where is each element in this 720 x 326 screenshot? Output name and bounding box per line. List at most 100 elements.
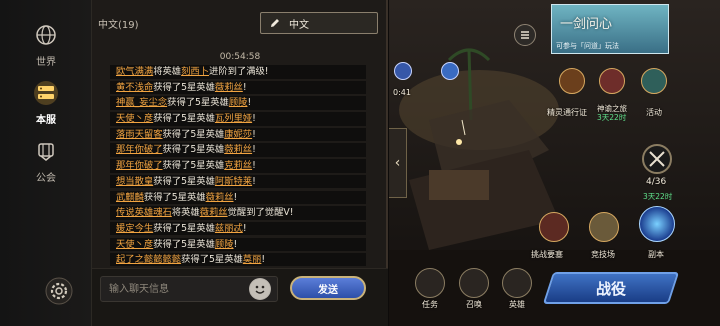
hero-name-link[interactable]: 兹丽忒 [215,223,243,234]
message-text: 觉醒到了觉醒Ⅴ! [227,207,294,219]
banner-subtitle: 可参与「问道」玩法 [556,42,619,50]
player-name-link[interactable]: 天使丶彦 [116,113,153,124]
hero-name-link[interactable]: 莫丽 [243,254,262,265]
hero-name-link[interactable]: 阿斯特莱 [215,176,252,187]
map-marker-icon[interactable] [441,62,459,80]
chat-message: 那年你破了获得了5星英雄薇莉丝! [110,143,366,157]
hero-name-link[interactable]: 康妮莎 [224,129,252,140]
chat-input-bar: 发送 [92,268,388,326]
player-name-link[interactable]: 那年你破了 [116,160,163,171]
battle-label: 战役 [595,279,626,298]
activity-icon[interactable] [641,68,667,94]
pass-icon[interactable] [559,68,585,94]
channel-rail: 世界 本服 公会 [0,0,92,326]
settings-gear-icon[interactable] [44,276,74,306]
hero-name-link[interactable]: 刻西卜 [181,66,209,77]
player-name-link[interactable]: 欧气满满 [116,66,153,77]
message-text: ! [242,81,247,93]
player-name-link[interactable]: 媛定今生 [116,223,153,234]
chat-message: 媛定今生获得了5星英雄兹丽忒! [110,221,366,236]
hero-name-link[interactable]: 薇莉丝 [224,144,252,155]
player-name-link[interactable]: 那年你破了 [116,144,163,155]
hero-name-link[interactable]: 薇莉丝 [206,192,234,203]
summon-label: 召唤 [466,300,482,309]
hero-name-link[interactable]: 顾陵 [215,239,234,250]
server-icon [29,76,63,110]
message-text: ! [252,144,256,156]
message-text: 获得了5星英雄 [153,175,215,187]
rail-item-world[interactable]: 世界 [0,18,92,78]
fortress-icon[interactable] [539,212,569,242]
message-text: 获得了5星英雄 [153,238,215,250]
language-select[interactable]: 中文 [260,12,378,34]
task-icon[interactable] [415,268,445,298]
hero-name-link[interactable]: 薇莉丝 [200,207,228,218]
chat-message: 想当散皇获得了5星英雄阿斯特莱! [110,174,366,189]
trophy-icon[interactable] [599,68,625,94]
chat-message: 起了之懿懿懿懿获得了5星英雄莫丽! [110,253,366,266]
player-name-link[interactable]: 传说英雄魂石 [116,207,172,218]
chat-message: 天使丶彦获得了5星英雄瓦列里娅! [110,112,366,126]
hero-name-link[interactable]: 顾陵 [229,97,248,108]
message-text: 将英雄 [171,207,200,219]
player-name-link[interactable]: 起了之懿懿懿懿 [116,254,181,265]
hero-name-link[interactable]: 薇莉丝 [215,82,243,93]
crossed-swords-icon[interactable] [642,144,672,174]
chat-message: 神赢_妄尘念获得了5星英雄顾陵! [110,96,366,110]
emoji-icon[interactable] [249,278,271,300]
arena-icon[interactable] [589,212,619,242]
message-text: 获得了5星英雄 [143,191,206,203]
message-text: ! [252,160,256,172]
battle-button[interactable]: 战役 [542,272,680,304]
chat-message: 欧气满满将英雄刻西卜进阶到了满级! [110,65,366,79]
message-text: ! [252,113,256,125]
dungeon-label: 副本 [648,250,664,259]
player-name-link[interactable]: 天使丶彦 [116,239,153,250]
message-text: 获得了5星英雄 [181,254,243,266]
pencil-icon [269,14,281,33]
player-name-link[interactable]: 武麒麟 [116,192,144,203]
counter-value: 4/36 [646,177,667,187]
summon-icon[interactable] [459,268,489,298]
map-marker-icon[interactable] [394,62,412,80]
message-text: ! [233,191,238,203]
message-list[interactable]: 欧气满满将英雄刻西卜进阶到了满级! 黄不浅命获得了5星英雄薇莉丝! 神赢_妄尘念获得… [110,65,366,266]
player-name-link[interactable]: 落雨天留客 [116,129,163,140]
hero-label: 英雄 [509,300,525,309]
message-text: ! [252,175,256,187]
chat-timestamp: 00:54:58 [219,52,261,62]
arena-label: 竞技场 [591,250,615,259]
message-text: ! [247,97,252,109]
god-road-timer: 3天22时 [597,113,627,122]
chevron-left-icon[interactable]: ‹ [389,128,407,198]
rail-item-label: 公会 [36,173,56,184]
message-text: 获得了5星英雄 [153,113,215,125]
chat-message: 落雨天留客获得了5星英雄康妮莎! [110,127,366,142]
rail-item-guild[interactable]: 公会 [0,134,92,194]
chat-header: 中文(19) 中文 [92,0,388,44]
message-text: 获得了5星英雄 [167,97,229,109]
timer-left: 0:41 [393,88,411,97]
player-name-link[interactable]: 想当散皇 [116,176,153,187]
chat-message: 武麒麟获得了5星英雄薇莉丝! [110,190,366,204]
challenge-label: 挑战要塞 [531,250,563,259]
message-text: 获得了5星英雄 [153,222,215,234]
menu-icon[interactable] [514,24,536,46]
message-text: ! [242,222,247,234]
hero-name-link[interactable]: 克莉丝 [224,160,252,171]
player-name-link[interactable]: 神赢_妄尘念 [116,97,167,108]
rail-item-server[interactable]: 本服 [0,76,92,136]
pass-label: 精灵通行证 [547,108,587,117]
message-text: 获得了5星英雄 [153,81,215,93]
hero-name-link[interactable]: 瓦列里娅 [215,113,252,124]
chat-message: 传说英雄魂石将英雄薇莉丝觉醒到了觉醒Ⅴ! [110,206,366,220]
message-text: ! [252,128,256,140]
message-text: 获得了5星英雄 [162,128,225,140]
send-button[interactable]: 发送 [290,276,366,300]
event-banner[interactable]: 一剑问心 可参与「问道」玩法 [551,4,669,54]
chat-message: 天使丶彦获得了5星英雄顾陵! [110,237,366,252]
dungeon-portal-icon[interactable] [639,206,675,242]
message-text: 将英雄 [153,66,182,77]
hero-icon[interactable] [502,268,532,298]
player-name-link[interactable]: 黄不浅命 [116,82,153,93]
